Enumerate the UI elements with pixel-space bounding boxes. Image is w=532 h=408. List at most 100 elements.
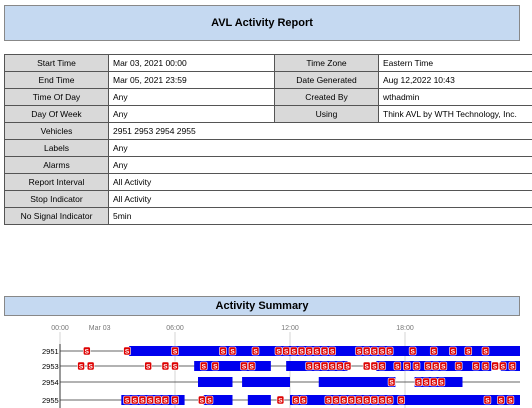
stop-marker-label: S xyxy=(334,398,339,405)
param-value: Aug 12,2022 10:43 xyxy=(378,71,532,89)
vehicle-label: 2951 xyxy=(42,347,59,356)
param-label: Date Generated xyxy=(274,71,379,89)
stop-marker-label: S xyxy=(493,364,498,371)
param-row: Time Zone Eastern Time xyxy=(274,54,532,72)
stop-marker-label: S xyxy=(483,364,488,371)
stop-marker-label: S xyxy=(405,364,410,371)
param-row: No Signal Indicator 5min xyxy=(4,207,532,225)
stop-marker-label: S xyxy=(330,364,335,371)
stop-marker-label: S xyxy=(242,364,247,371)
stop-marker-label: S xyxy=(501,364,506,371)
stop-marker-label: S xyxy=(315,364,320,371)
stop-marker-label: S xyxy=(202,364,207,371)
param-value: 5min xyxy=(108,207,532,225)
stop-marker-label: S xyxy=(156,398,161,405)
stop-marker-label: S xyxy=(364,398,369,405)
param-value: All Activity xyxy=(108,173,532,191)
stop-marker-label: S xyxy=(372,364,377,371)
stop-marker-label: S xyxy=(79,364,84,371)
param-row: Labels Any xyxy=(4,139,532,157)
stop-marker-label: S xyxy=(499,398,504,405)
stop-marker-label: S xyxy=(276,349,281,356)
stop-marker-label: S xyxy=(395,364,400,371)
stop-marker-label: S xyxy=(322,349,327,356)
vehicle-label: 2953 xyxy=(42,362,59,371)
activity-summary-title: Activity Summary xyxy=(215,300,309,312)
stop-marker-label: S xyxy=(387,398,392,405)
stop-marker-label: S xyxy=(441,364,446,371)
param-value: Eastern Time xyxy=(378,54,532,72)
param-row: Alarms Any xyxy=(4,156,532,174)
stop-marker-label: S xyxy=(249,364,254,371)
stop-marker-label: S xyxy=(322,364,327,371)
param-value: Any xyxy=(108,156,532,174)
stop-marker-label: S xyxy=(173,398,178,405)
x-tick-label: 12:00 xyxy=(281,325,299,332)
stop-marker-label: S xyxy=(140,398,145,405)
activity-bar xyxy=(242,377,290,387)
stop-marker-label: S xyxy=(380,398,385,405)
stop-marker-label: S xyxy=(456,364,461,371)
activity-bar xyxy=(318,377,396,387)
param-value: Think AVL by WTH Technology, Inc. xyxy=(378,105,532,123)
param-value: All Activity xyxy=(108,190,532,208)
stop-marker-label: S xyxy=(125,398,130,405)
vehicle-label: 2954 xyxy=(42,378,59,387)
stop-marker-label: S xyxy=(432,349,437,356)
stop-marker-label: S xyxy=(163,364,168,371)
param-value: wthadmin xyxy=(378,88,532,106)
param-label: End Time xyxy=(4,71,109,89)
stop-marker-label: S xyxy=(432,380,437,387)
report-title: AVL Activity Report xyxy=(211,17,313,29)
param-label: Using xyxy=(274,105,379,123)
x-tick-label: 18:00 xyxy=(396,325,414,332)
stop-marker-label: S xyxy=(230,349,235,356)
stop-marker-label: S xyxy=(380,349,385,356)
stop-marker-label: S xyxy=(338,364,343,371)
param-label: Time Of Day xyxy=(4,88,109,106)
stop-marker-label: S xyxy=(439,380,444,387)
param-row: Report Interval All Activity xyxy=(4,173,532,191)
stop-marker-label: S xyxy=(372,398,377,405)
stop-marker-label: S xyxy=(341,398,346,405)
stop-marker-label: S xyxy=(410,349,415,356)
stop-marker-label: S xyxy=(148,398,153,405)
stop-marker-label: S xyxy=(88,364,93,371)
stop-marker-label: S xyxy=(485,398,490,405)
x-tick-label: Mar 03 xyxy=(89,325,111,332)
stop-marker-label: S xyxy=(200,398,205,405)
stop-marker-label: S xyxy=(451,349,456,356)
stop-marker-label: S xyxy=(483,349,488,356)
report-metadata-table: Time Zone Eastern Time Date Generated Aug 1… xyxy=(274,54,532,123)
stop-marker-label: S xyxy=(364,349,369,356)
activity-bar xyxy=(198,377,233,387)
stop-marker-label: S xyxy=(307,349,312,356)
stop-marker-label: S xyxy=(364,364,369,371)
activity-summary-bar: Activity Summary xyxy=(4,296,520,316)
stop-marker-label: S xyxy=(173,364,178,371)
stop-marker-label: S xyxy=(399,398,404,405)
stop-marker-label: S xyxy=(299,349,304,356)
stop-marker-label: S xyxy=(345,364,350,371)
param-row: Stop Indicator All Activity xyxy=(4,190,532,208)
param-label: Time Zone xyxy=(274,54,379,72)
stop-marker-label: S xyxy=(424,380,429,387)
param-label: Stop Indicator xyxy=(4,190,109,208)
stop-marker-label: S xyxy=(357,398,362,405)
stop-marker-label: S xyxy=(474,364,479,371)
stop-marker-label: S xyxy=(85,349,90,356)
param-label: Start Time xyxy=(4,54,109,72)
stop-marker-label: S xyxy=(508,398,513,405)
param-value: 2951 2953 2954 2955 xyxy=(108,122,532,140)
stop-marker-label: S xyxy=(349,398,354,405)
stop-marker-label: S xyxy=(292,349,297,356)
param-label: Report Interval xyxy=(4,173,109,191)
param-row: Created By wthadmin xyxy=(274,88,532,106)
stop-marker-label: S xyxy=(307,364,312,371)
stop-marker-label: S xyxy=(221,349,226,356)
stop-marker-label: S xyxy=(133,398,138,405)
param-label: No Signal Indicator xyxy=(4,207,109,225)
stop-marker-label: S xyxy=(326,398,331,405)
stop-marker-label: S xyxy=(372,349,377,356)
stop-marker-label: S xyxy=(253,349,258,356)
